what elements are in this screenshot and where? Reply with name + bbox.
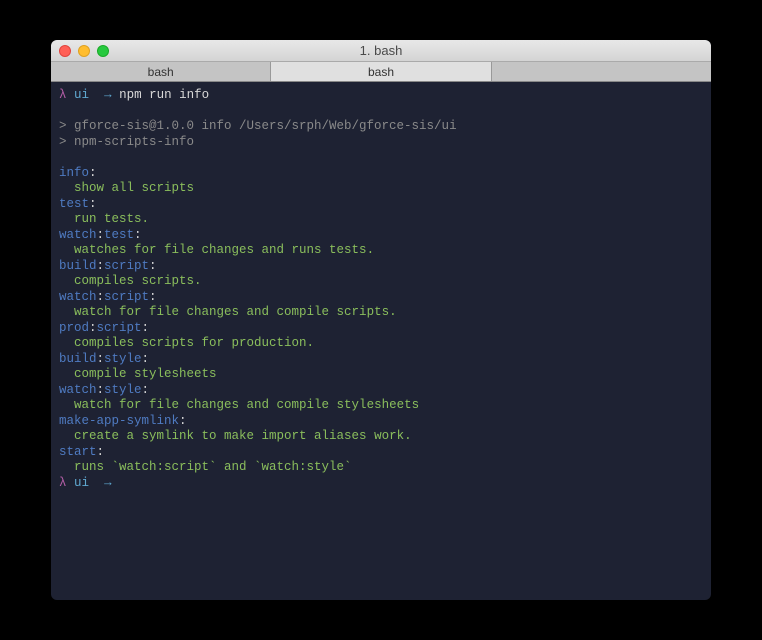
terminal-window: 1. bash bash bash λ ui → npm run info > … <box>51 40 711 600</box>
traffic-lights <box>59 45 109 57</box>
npm-header-1: > gforce-sis@1.0.0 info /Users/srph/Web/… <box>59 119 457 133</box>
titlebar: 1. bash <box>51 40 711 62</box>
close-icon[interactable] <box>59 45 71 57</box>
npm-header-2: > npm-scripts-info <box>59 135 194 149</box>
prompt-lambda-2: λ <box>59 476 67 490</box>
minimize-icon[interactable] <box>78 45 90 57</box>
script-name: start <box>59 445 97 459</box>
terminal-content[interactable]: λ ui → npm run info > gforce-sis@1.0.0 i… <box>51 82 711 600</box>
tab-bash-2[interactable]: bash <box>271 62 491 81</box>
script-desc: runs `watch:script` and `watch:style` <box>74 460 352 474</box>
script-name: build:script <box>59 259 149 273</box>
maximize-icon[interactable] <box>97 45 109 57</box>
script-name: make-app-symlink <box>59 414 179 428</box>
script-name: watch:style <box>59 383 142 397</box>
prompt-cwd: ui <box>74 88 89 102</box>
script-desc: watch for file changes and compile scrip… <box>74 305 397 319</box>
script-name: build:style <box>59 352 142 366</box>
script-desc: watch for file changes and compile style… <box>74 398 419 412</box>
script-desc: watches for file changes and runs tests. <box>74 243 374 257</box>
tab-bash-1[interactable]: bash <box>51 62 271 81</box>
tab-empty[interactable] <box>492 62 711 81</box>
script-desc: compiles scripts. <box>74 274 202 288</box>
tabbar: bash bash <box>51 62 711 82</box>
prompt-arrow-2: → <box>104 476 112 490</box>
script-name: test <box>59 197 89 211</box>
script-name: watch:script <box>59 290 149 304</box>
script-name: watch:test <box>59 228 134 242</box>
script-desc: show all scripts <box>74 181 194 195</box>
command-text: npm run info <box>119 88 209 102</box>
script-desc: compiles scripts for production. <box>74 336 314 350</box>
script-name: prod:script <box>59 321 142 335</box>
script-desc: compile stylesheets <box>74 367 217 381</box>
prompt-arrow: → <box>104 88 112 102</box>
window-title: 1. bash <box>360 43 403 58</box>
script-desc: create a symlink to make import aliases … <box>74 429 412 443</box>
prompt-cwd-2: ui <box>74 476 89 490</box>
script-desc: run tests. <box>74 212 149 226</box>
script-name: info <box>59 166 89 180</box>
prompt-lambda: λ <box>59 88 67 102</box>
